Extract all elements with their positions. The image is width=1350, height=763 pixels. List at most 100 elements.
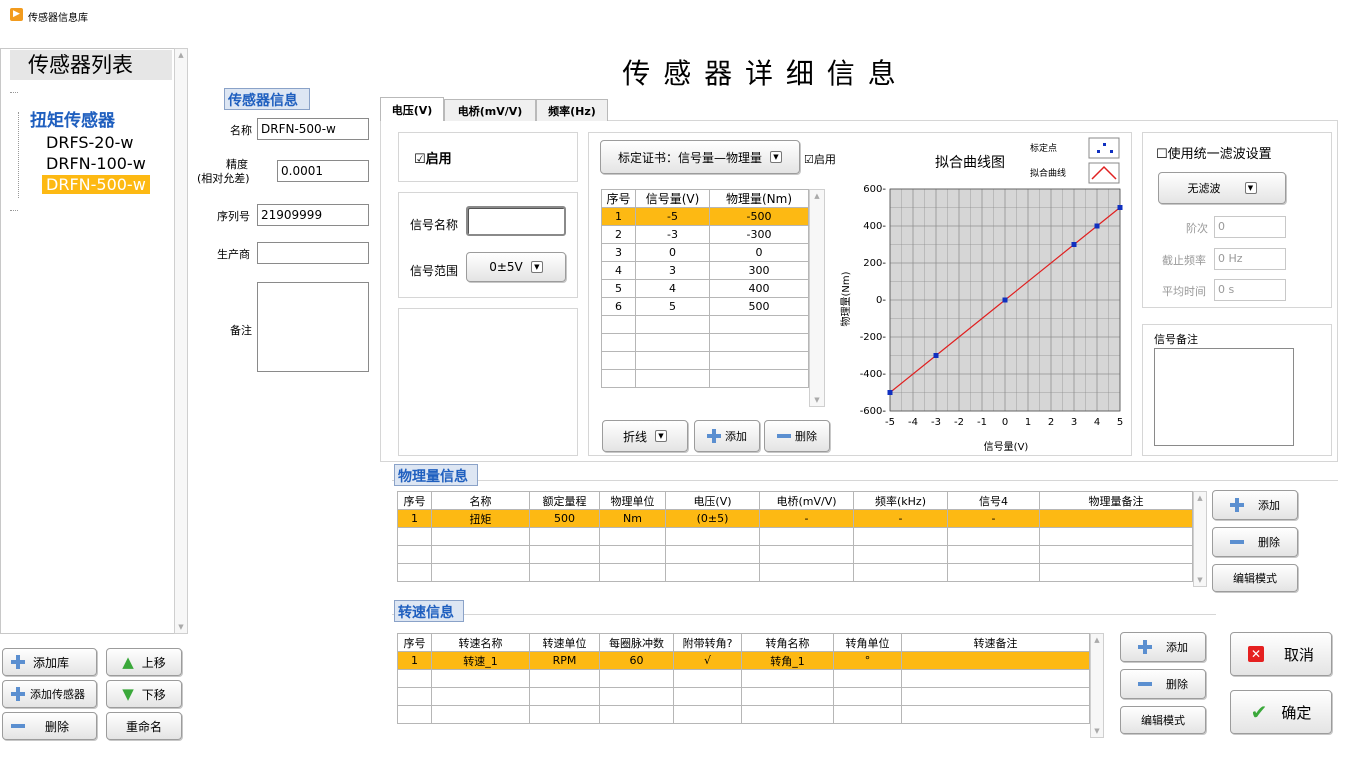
plus-icon	[11, 687, 25, 701]
speed-delete-button[interactable]: 删除	[1120, 669, 1206, 699]
chevron-down-icon: ▼	[770, 151, 782, 163]
table-row[interactable]: 4 3 300	[601, 261, 809, 280]
signal-range-select[interactable]: 0±5V ▼	[466, 252, 566, 282]
blank-panel	[398, 308, 578, 456]
header-cell: 频率(kHz)	[853, 491, 948, 510]
y-tick-label: -200-	[860, 332, 887, 343]
delete-sensor-button[interactable]: 删除	[2, 712, 97, 740]
table-row[interactable]	[397, 545, 1193, 564]
cell: 6	[601, 297, 636, 316]
maker-field[interactable]	[257, 242, 369, 264]
calibration-point	[1071, 242, 1077, 247]
chevron-down-icon: ▼	[1244, 182, 1257, 194]
physical-add-button[interactable]: 添加	[1212, 490, 1298, 520]
add-sensor-button[interactable]: 添加传感器	[2, 680, 97, 708]
calibration-table[interactable]: 序号 信号量(V) 物理量(Nm) 1 -5 -500 2 -3 -300 300 43…	[601, 189, 809, 388]
move-up-button[interactable]: ▲ 上移	[106, 648, 182, 676]
cell: 500	[529, 509, 600, 528]
cell: -	[759, 509, 854, 528]
rename-button[interactable]: 重命名	[106, 712, 182, 740]
table-row[interactable]	[601, 351, 809, 370]
calibration-add-button[interactable]: 添加	[694, 420, 760, 452]
table-row[interactable]	[397, 527, 1193, 546]
enable-checkbox[interactable]: ☑启用	[414, 148, 452, 167]
header-cell: 序号	[397, 491, 432, 510]
cell	[601, 315, 636, 334]
physical-delete-button[interactable]: 删除	[1212, 527, 1298, 557]
table-row[interactable]	[397, 687, 1090, 706]
avg-time-field[interactable]: 0 s	[1214, 279, 1286, 301]
y-tick-label: 600-	[863, 184, 886, 195]
ok-button[interactable]: ✔ 确定	[1230, 690, 1332, 734]
cell: -500	[709, 207, 809, 226]
table-row[interactable]	[397, 563, 1193, 582]
fit-mode-select[interactable]: 折线 ▼	[602, 420, 688, 452]
table-row[interactable]	[397, 705, 1090, 724]
sensor-info-title: 传感器信息	[224, 88, 310, 110]
physical-table-scrollbar[interactable]: ▲ ▼	[1193, 491, 1207, 587]
tab-frequency[interactable]: 频率(Hz)	[536, 99, 608, 121]
filter-select[interactable]: 无滤波 ▼	[1158, 172, 1286, 204]
x-tick-label: -2	[954, 417, 964, 428]
table-row[interactable]	[601, 333, 809, 352]
serial-field[interactable]: 21909999	[257, 204, 369, 226]
sensor-list-scrollbar[interactable]: ▲ ▼	[174, 48, 188, 634]
minus-icon	[1230, 540, 1244, 544]
table-header-row: 序号 信号量(V) 物理量(Nm)	[601, 189, 809, 208]
certificate-select[interactable]: 标定证书：信号量—物理量 ▼	[600, 140, 800, 174]
calibration-point	[933, 353, 939, 358]
cell: -	[853, 509, 948, 528]
cell	[635, 369, 710, 388]
cell: 1	[397, 651, 432, 670]
table-row[interactable]	[601, 315, 809, 334]
cell: -5	[635, 207, 710, 226]
fit-curve-chart: 拟合曲线图 标定点 拟合曲线 -5 -4 -3 -2 -1 0 1 2 3 4 5 600- 400- 2…	[839, 137, 1123, 453]
signal-note-field[interactable]	[1154, 348, 1294, 446]
calibration-delete-button[interactable]: 删除	[764, 420, 830, 452]
tree-item-drfn-100[interactable]: DRFN-100-w	[46, 154, 146, 173]
physical-table[interactable]: 序号 名称 额定量程 物理单位 电压(V) 电桥(mV/V) 频率(kHz) 信…	[397, 491, 1193, 582]
table-row[interactable]	[601, 369, 809, 388]
precision-field[interactable]: 0.0001	[277, 160, 369, 182]
order-field[interactable]: 0	[1214, 216, 1286, 238]
table-row[interactable]: 1 -5 -500	[601, 207, 809, 226]
tree-item-drfn-500[interactable]: DRFN-500-w	[42, 175, 150, 194]
table-header-row: 序号 转速名称 转速单位 每圈脉冲数 附带转角? 转角名称 转角单位 转速备注	[397, 633, 1090, 652]
tree-group-torque[interactable]: 扭矩传感器	[30, 106, 115, 131]
legend-line-label: 拟合曲线	[1030, 167, 1066, 179]
table-row[interactable]: 1 扭矩 500 Nm (0±5) - - -	[397, 509, 1193, 528]
add-library-button[interactable]: 添加库	[2, 648, 97, 676]
physical-edit-mode-button[interactable]: 编辑模式	[1212, 564, 1298, 592]
cell: 60	[599, 651, 674, 670]
table-row[interactable]: 5 4 400	[601, 279, 809, 298]
name-label: 名称	[230, 124, 252, 137]
table-row[interactable]: 2 -3 -300	[601, 225, 809, 244]
plus-icon	[1230, 498, 1244, 512]
header-cell: 转速名称	[431, 633, 530, 652]
chevron-down-icon: ▼	[530, 261, 543, 273]
table-row[interactable]	[397, 669, 1090, 688]
unified-filter-checkbox[interactable]: ☐使用统一滤波设置	[1156, 143, 1272, 162]
speed-edit-mode-button[interactable]: 编辑模式	[1120, 706, 1206, 734]
window-title: 传感器信息库	[28, 13, 88, 24]
sensor-name-field[interactable]: DRFN-500-w	[257, 118, 369, 140]
y-axis-label: 物理量(Nm)	[839, 271, 852, 326]
move-down-button[interactable]: ▼ 下移	[106, 680, 182, 708]
table-row[interactable]: 300	[601, 243, 809, 262]
calibration-table-scrollbar[interactable]: ▲ ▼	[809, 189, 825, 407]
cancel-button[interactable]: ✕ 取消	[1230, 632, 1332, 676]
cutoff-field[interactable]: 0 Hz	[1214, 248, 1286, 270]
speed-add-button[interactable]: 添加	[1120, 632, 1206, 662]
speed-table-scrollbar[interactable]: ▲ ▼	[1090, 633, 1104, 738]
table-row[interactable]: 6 5 500	[601, 297, 809, 316]
signal-note-label: 信号备注	[1154, 333, 1198, 346]
certificate-enable-checkbox[interactable]: ☑启用	[804, 151, 836, 167]
signal-name-input[interactable]	[466, 206, 566, 236]
cutoff-label: 截止频率	[1162, 254, 1206, 267]
note-field[interactable]	[257, 282, 369, 372]
tree-item-drfs-20[interactable]: DRFS-20-w	[46, 133, 134, 152]
tab-voltage[interactable]: 电压(V)	[380, 97, 444, 121]
table-row[interactable]: 1 转速_1 RPM 60 √ 转角_1 °	[397, 651, 1090, 670]
speed-table[interactable]: 序号 转速名称 转速单位 每圈脉冲数 附带转角? 转角名称 转角单位 转速备注 …	[397, 633, 1090, 724]
tab-bridge[interactable]: 电桥(mV/V)	[444, 99, 536, 121]
